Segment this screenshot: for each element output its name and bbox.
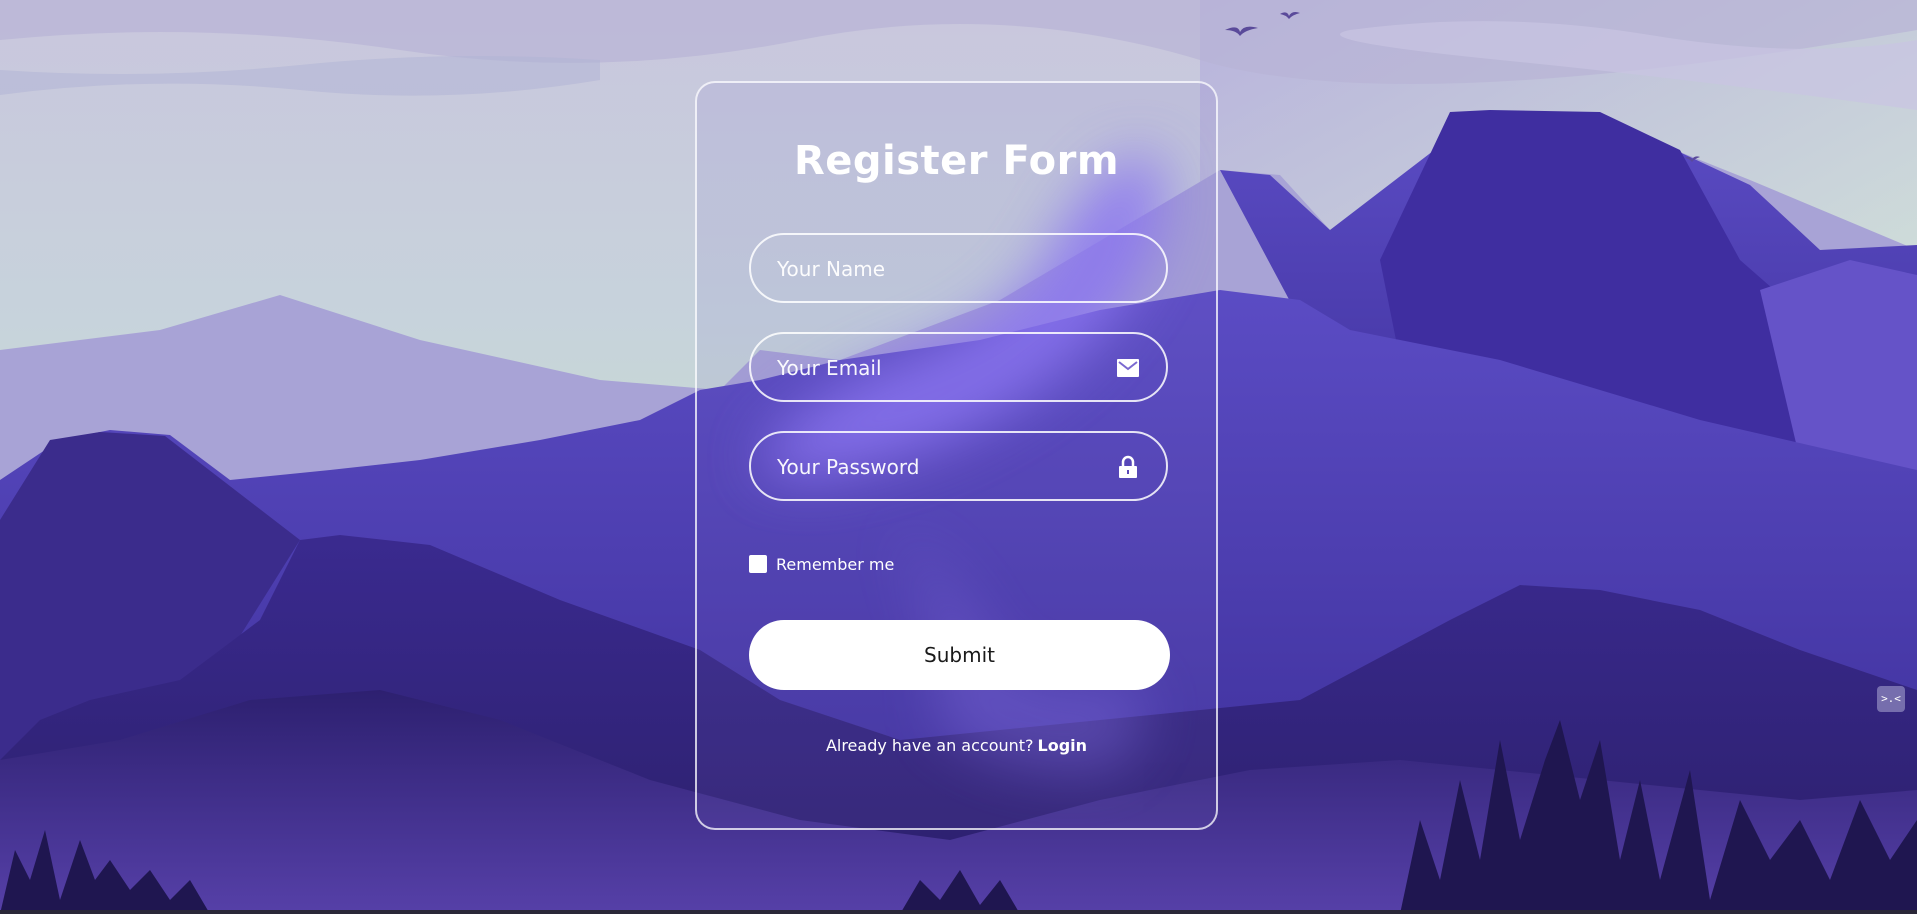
submit-button[interactable]: Submit (749, 620, 1170, 690)
form-title: Register Form (793, 138, 1120, 184)
remember-me-label[interactable]: Remember me (776, 555, 894, 574)
remember-me-checkbox[interactable] (749, 555, 767, 573)
bottom-bar (0, 910, 1917, 914)
password-input[interactable] (775, 433, 1099, 501)
name-input[interactable] (775, 235, 1099, 303)
collapse-icon[interactable]: >.< (1877, 686, 1905, 712)
remember-me-row: Remember me (749, 553, 894, 575)
email-field[interactable] (749, 332, 1168, 402)
login-link[interactable]: Login (1038, 736, 1088, 755)
login-prompt: Already have an account? Login (697, 736, 1216, 755)
email-input[interactable] (775, 334, 1099, 402)
login-prompt-text: Already have an account? (825, 736, 1034, 755)
register-card: Register Form Remember me Submit Already… (695, 81, 1218, 830)
password-field[interactable] (749, 431, 1168, 501)
lock-icon (1116, 455, 1140, 479)
name-field[interactable] (749, 233, 1168, 303)
envelope-icon (1116, 356, 1140, 380)
